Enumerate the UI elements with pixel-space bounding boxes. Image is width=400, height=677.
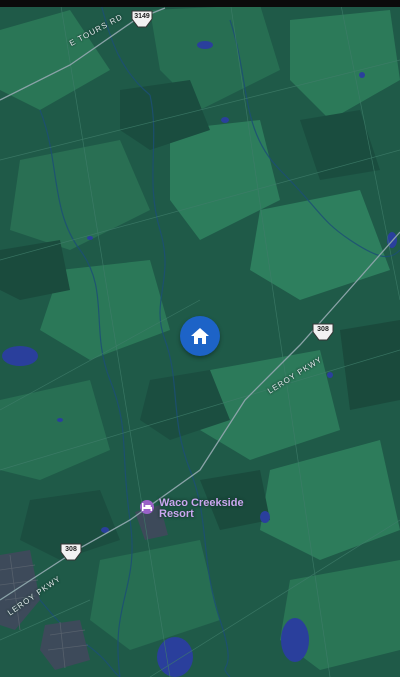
status-bar bbox=[0, 0, 400, 7]
shield-number: 308 bbox=[317, 326, 329, 333]
shield-number: 308 bbox=[65, 546, 77, 553]
highway-shield-308-left: 308 bbox=[60, 543, 82, 561]
highway-shield-308-right: 308 bbox=[312, 323, 334, 341]
map-view[interactable]: E TOURS RD LEROY PKWY LEROY PKWY 3149 30… bbox=[0, 0, 400, 677]
poi-label: Waco Creekside Resort bbox=[159, 497, 244, 520]
home-icon bbox=[191, 328, 209, 344]
shield-number: 3149 bbox=[134, 13, 150, 20]
lodging-bed-icon bbox=[140, 500, 154, 514]
home-marker[interactable] bbox=[180, 316, 220, 356]
highway-shield-3149: 3149 bbox=[131, 10, 153, 28]
